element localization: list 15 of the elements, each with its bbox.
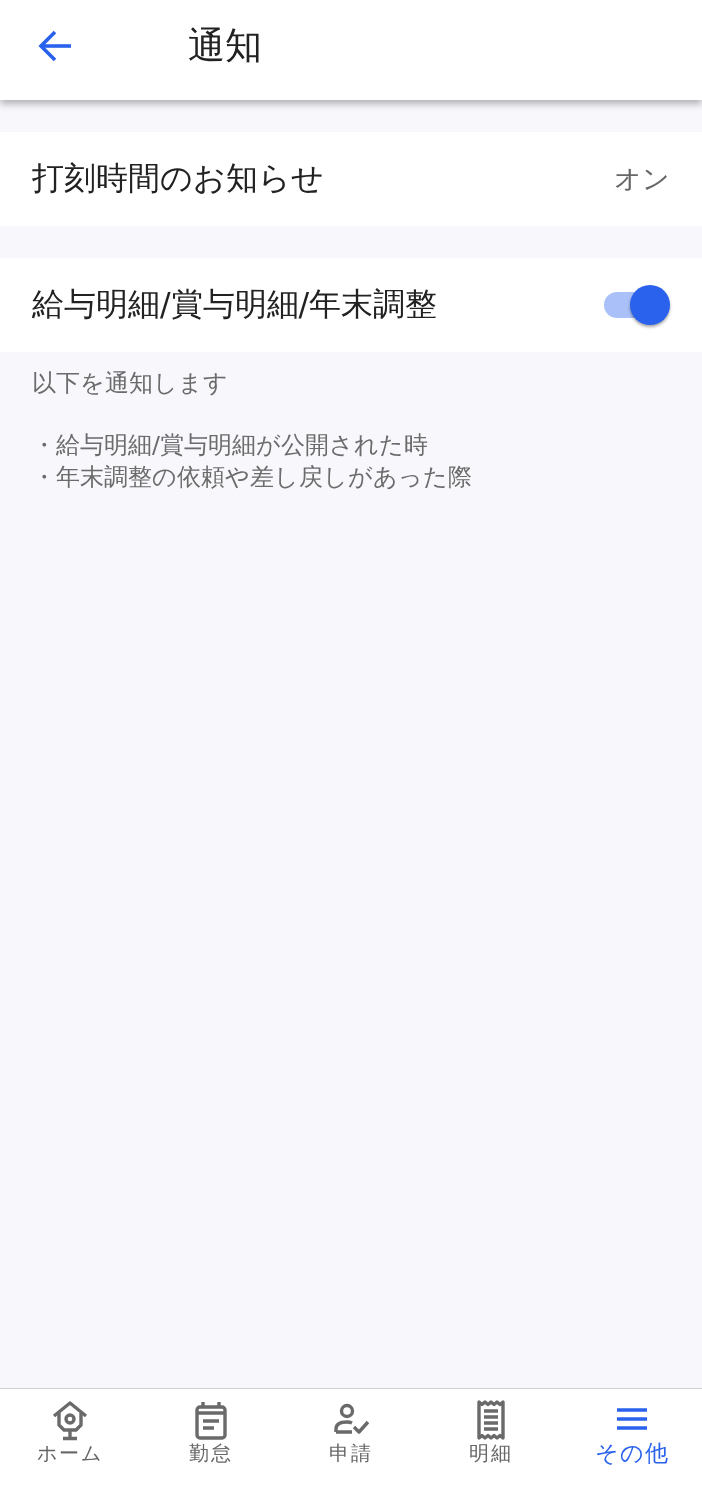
bullet-item-text: ・年末調整の依頼や差し戻しがあった際 <box>32 463 472 491</box>
setting-label: 給与明細/賞与明細/年末調整 <box>32 286 438 324</box>
nav-tab[interactable]: 明細 <box>421 1389 562 1465</box>
page-title: 通知 <box>188 23 262 69</box>
bullet-item-text: ・給与明細/賞与明細が公開された時 <box>32 431 428 459</box>
nav-tab[interactable]: 申請 <box>280 1389 422 1465</box>
setting-value: オン <box>614 162 670 196</box>
settings-row[interactable]: 打刻時間のお知らせ オン <box>0 132 702 226</box>
setting-label: 打刻時間のお知らせ <box>32 160 324 198</box>
toggle-switch[interactable] <box>604 285 670 325</box>
nav-tab[interactable]: ホーム <box>0 1389 141 1465</box>
nav-tab[interactable]: 勤怠 <box>140 1389 281 1465</box>
description-text: 以下を通知します <box>32 369 228 397</box>
settings-row[interactable]: 給与明細/賞与明細/年末調整 <box>0 258 702 352</box>
nav-tab[interactable]: その他 <box>561 1389 702 1465</box>
